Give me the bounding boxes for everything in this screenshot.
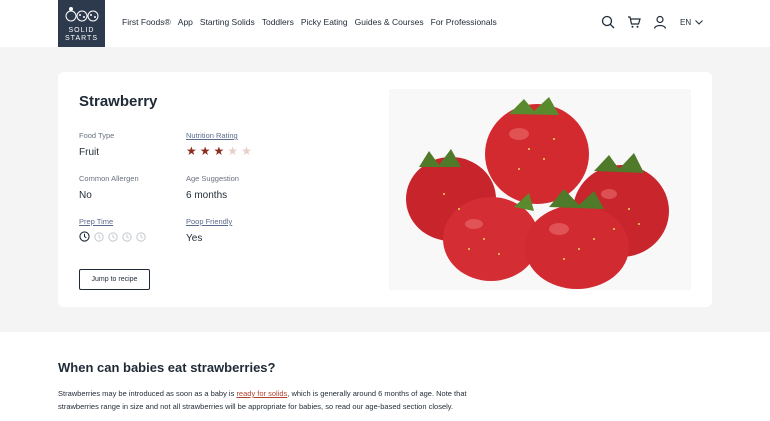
language-label: EN [680, 18, 692, 27]
clock-icon [79, 231, 90, 242]
nav-item-first-foods[interactable]: First Foods® [122, 17, 171, 27]
clock-icon [122, 231, 132, 242]
logo-emblem-icon [65, 7, 99, 22]
chevron-down-icon [695, 20, 703, 25]
clock-icon [108, 231, 118, 242]
ready-for-solids-link[interactable]: ready for solids [236, 389, 287, 398]
common-allergen-value: No [79, 190, 92, 201]
cart-icon[interactable] [626, 14, 642, 30]
jump-to-recipe-button[interactable]: Jump to recipe [79, 269, 150, 290]
language-selector[interactable]: EN [680, 18, 703, 27]
logo-line-1: SOLID [68, 27, 95, 34]
clock-icon [94, 231, 104, 242]
prep-time-link[interactable]: Prep Time [79, 217, 113, 226]
food-card: Strawberry Food Type Fruit Nutrition Rat… [58, 72, 712, 307]
nav-item-guides-courses[interactable]: Guides & Courses [355, 17, 424, 27]
age-suggestion-label: Age Suggestion [186, 174, 239, 183]
star-icon: ★ [199, 144, 211, 158]
poop-friendly-value: Yes [186, 233, 203, 244]
nav-item-app[interactable]: App [178, 17, 193, 27]
logo-line-2: STARTS [65, 35, 98, 42]
article-heading: When can babies eat strawberries? [58, 360, 276, 375]
star-icon: ★ [213, 144, 225, 158]
nav-item-toddlers[interactable]: Toddlers [262, 17, 294, 27]
solid-starts-logo[interactable]: SOLID STARTS [58, 0, 105, 47]
poop-friendly-link[interactable]: Poop Friendly [186, 217, 232, 226]
main-nav: First Foods® App Starting Solids Toddler… [122, 17, 497, 27]
site-header: SOLID STARTS First Foods® App Starting S… [0, 0, 770, 47]
article-paragraph: Strawberries may be introduced as soon a… [58, 387, 488, 413]
nutrition-rating-link[interactable]: Nutrition Rating [186, 131, 238, 140]
clock-icon [136, 231, 146, 242]
star-icon: ★ [227, 144, 239, 158]
food-type-label: Food Type [79, 131, 115, 140]
user-icon[interactable] [652, 14, 668, 30]
prep-time-clocks [79, 231, 146, 242]
age-suggestion-value: 6 months [186, 190, 228, 201]
food-title: Strawberry [79, 93, 158, 110]
star-icon: ★ [186, 144, 197, 158]
strawberry-photo [389, 89, 691, 290]
star-icon: ★ [241, 144, 252, 158]
nav-item-for-professionals[interactable]: For Professionals [431, 17, 497, 27]
food-type-value: Fruit [79, 147, 99, 158]
search-icon[interactable] [600, 14, 616, 30]
header-actions [600, 14, 668, 30]
nutrition-rating-stars: ★ ★ ★ ★ ★ [186, 145, 252, 157]
common-allergen-label: Common Allergen [79, 174, 139, 183]
nav-item-picky-eating[interactable]: Picky Eating [301, 17, 348, 27]
article-text-part-1: Strawberries may be introduced as soon a… [58, 389, 237, 398]
nav-item-starting-solids[interactable]: Starting Solids [200, 17, 255, 27]
